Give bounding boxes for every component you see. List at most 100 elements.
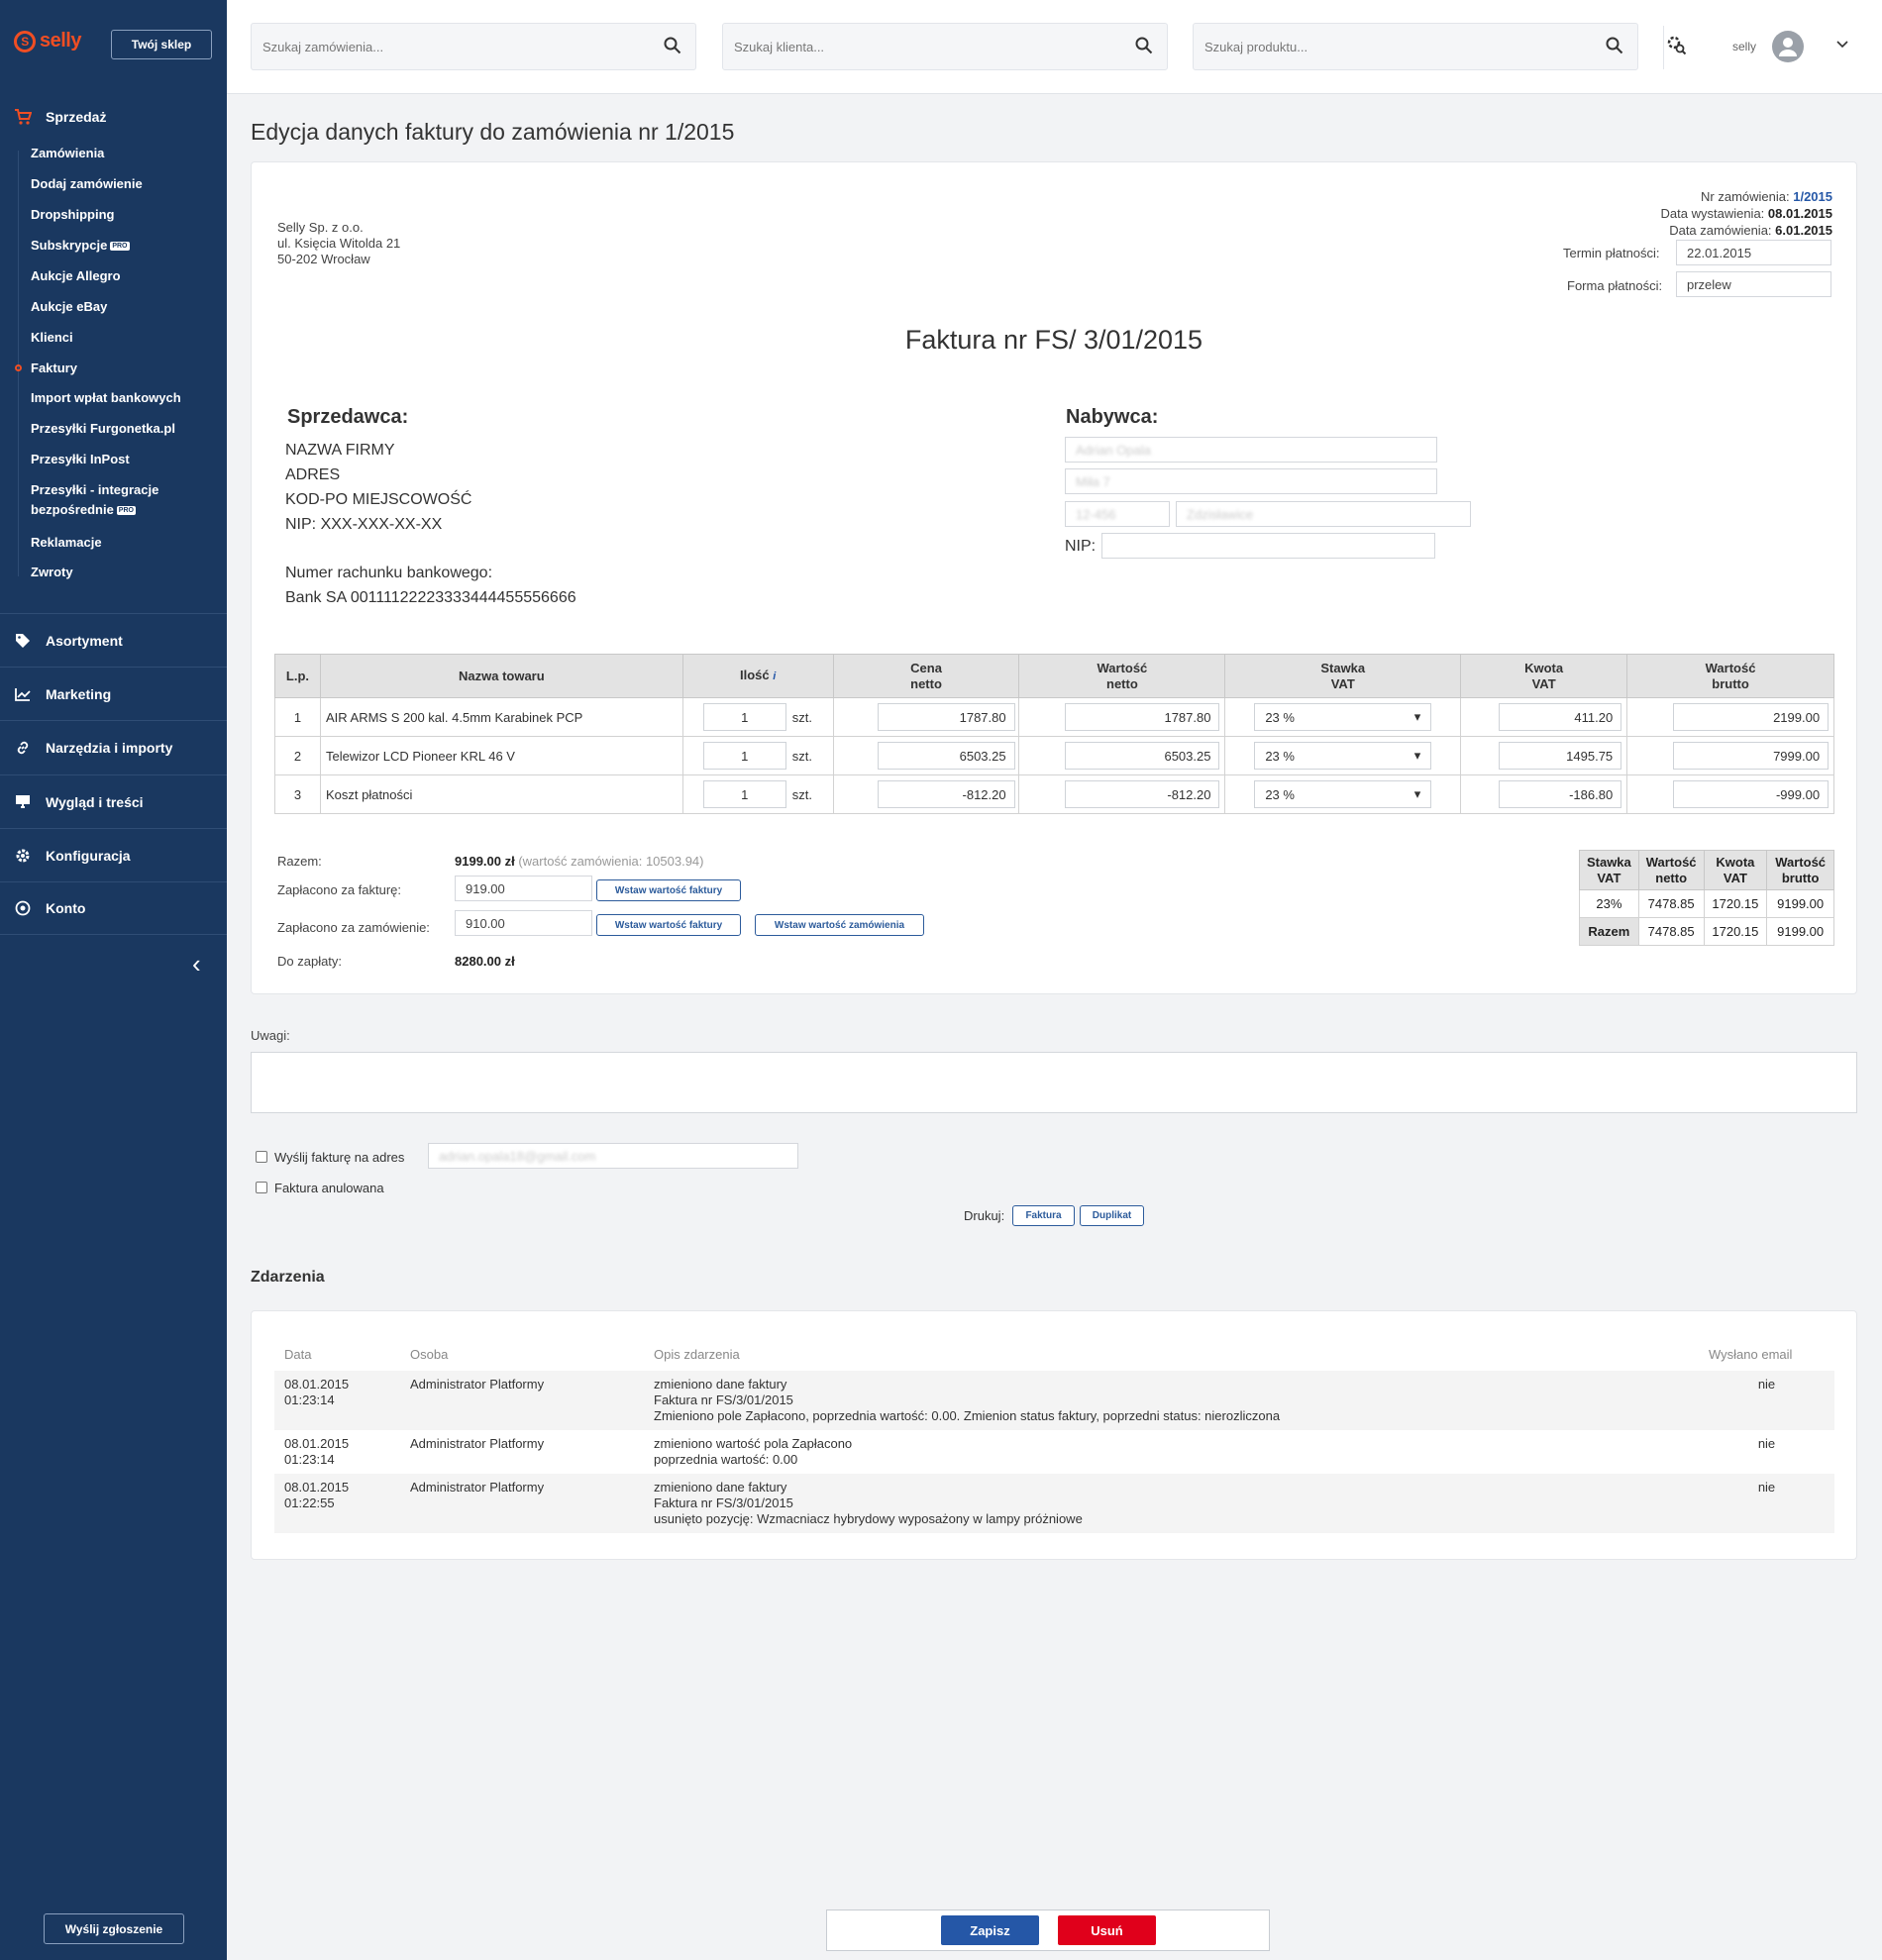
buyer-street-input[interactable]: Miła 7 <box>1065 468 1437 494</box>
monitor-icon <box>14 793 32 811</box>
net-value-input[interactable]: -812.20 <box>1065 780 1220 808</box>
sidebar: Sselly Twój sklep Sprzedaż Zamówienia Do… <box>0 0 227 1960</box>
chevron-down-icon[interactable] <box>1835 38 1849 52</box>
sidebar-item-subscriptions[interactable]: Subskrypcje PRO <box>31 238 130 254</box>
quantity-input[interactable]: 1 <box>702 703 786 731</box>
net-price-input[interactable]: 1787.80 <box>877 703 1015 731</box>
sidebar-item-orders[interactable]: Zamówienia <box>31 146 104 161</box>
caret-down-icon: ▾ <box>1413 748 1421 763</box>
seller-details: NAZWA FIRMY ADRES KOD-PO MIEJSCOWOŚĆ NIP… <box>285 442 576 606</box>
sidebar-item-bank-import[interactable]: Import wpłat bankowych <box>31 390 181 406</box>
sidebar-item-returns[interactable]: Zwroty <box>31 565 73 580</box>
sidebar-item-allegro[interactable]: Aukcje Allegro <box>31 268 121 284</box>
nav-marketing[interactable]: Marketing <box>0 667 227 720</box>
nav-assortment[interactable]: Asortyment <box>0 613 227 667</box>
send-invoice-checkbox[interactable] <box>256 1151 267 1163</box>
table-row: 3 Koszt płatności 1 szt. -812.20 -812.20 … <box>274 774 1834 814</box>
due-date-label: Termin płatności: <box>1563 246 1660 260</box>
topbar: Szukaj zamówienia... Szukaj klienta... S… <box>227 0 1882 94</box>
insert-invoice-value-button-2[interactable]: Wstaw wartość faktury <box>596 914 741 936</box>
sidebar-item-complaints[interactable]: Reklamacje <box>31 535 102 551</box>
vat-amount-input[interactable]: 411.20 <box>1499 703 1622 731</box>
events-heading: Zdarzenia <box>251 1269 325 1286</box>
sidebar-item-inpost[interactable]: Przesyłki InPost <box>31 452 130 467</box>
table-row: 23% 7478.85 1720.15 9199.00 <box>1579 889 1834 918</box>
order-number-link[interactable]: 1/2015 <box>1793 189 1832 204</box>
col-vat-amount: Kwota VAT <box>1460 654 1628 698</box>
vat-amount-input[interactable]: -186.80 <box>1499 780 1622 808</box>
sidebar-item-label: Subskrypcje <box>31 238 108 253</box>
print-duplicate-button[interactable]: Duplikat <box>1080 1205 1144 1226</box>
nav-tree-line <box>18 151 19 576</box>
sidebar-item-clients[interactable]: Klienci <box>31 330 73 346</box>
notes-textarea[interactable] <box>251 1052 1857 1113</box>
selly-logo[interactable]: Sselly <box>14 30 81 52</box>
vat-rate-select[interactable]: 23 % ▾ <box>1254 703 1432 731</box>
invoice-cancelled-checkbox[interactable] <box>256 1182 267 1193</box>
sidebar-item-furgonetka[interactable]: Przesyłki Furgonetka.pl <box>31 421 175 437</box>
col-net-price: Cena netto <box>832 654 1020 698</box>
vat-rate-select[interactable]: 23 % ▾ <box>1254 742 1432 770</box>
nav-configuration[interactable]: Konfiguracja <box>0 828 227 881</box>
caret-down-icon: ▾ <box>1413 709 1421 724</box>
paid-order-label: Zapłacono za zamówienie: <box>277 920 430 935</box>
buyer-zip-input[interactable]: 12-456 <box>1065 501 1170 527</box>
col-vat-rate: Stawka VAT <box>1579 850 1639 890</box>
seller-heading: Sprzedawca: <box>287 406 409 428</box>
search-icon[interactable] <box>1135 37 1153 57</box>
table-row: 08.01.2015 01:22:55 Administrator Platfor… <box>274 1474 1834 1533</box>
save-button[interactable]: Zapisz <box>941 1915 1039 1945</box>
paid-invoice-input[interactable]: 919.00 <box>455 876 592 901</box>
buyer-city-input[interactable]: Zdzisławice <box>1176 501 1471 527</box>
settings-search-icon[interactable] <box>1665 34 1687 58</box>
net-value-input[interactable]: 6503.25 <box>1065 742 1220 770</box>
search-orders-input[interactable]: Szukaj zamówienia... <box>251 23 696 70</box>
vat-rate-select[interactable]: 23 % ▾ <box>1254 780 1432 808</box>
print-invoice-button[interactable]: Faktura <box>1012 1205 1075 1226</box>
vat-amount-input[interactable]: 1495.75 <box>1499 742 1622 770</box>
avatar[interactable] <box>1772 31 1804 62</box>
nav-account[interactable]: Konto <box>0 881 227 935</box>
payment-method-input[interactable]: przelew <box>1676 271 1831 297</box>
search-icon[interactable] <box>1606 37 1623 57</box>
buyer-name-input[interactable]: Adrian Opala <box>1065 437 1437 463</box>
search-icon[interactable] <box>664 37 681 57</box>
sidebar-item-invoices[interactable]: Faktury <box>31 361 77 376</box>
paid-order-input[interactable]: 910.00 <box>455 910 592 936</box>
net-value-input[interactable]: 1787.80 <box>1065 703 1220 731</box>
buyer-nip-input[interactable] <box>1101 533 1435 559</box>
your-shop-button[interactable]: Twój sklep <box>111 30 212 59</box>
gear-icon <box>14 847 32 865</box>
search-clients-input[interactable]: Szukaj klienta... <box>722 23 1168 70</box>
collapse-sidebar-icon[interactable]: ‹ <box>192 949 201 980</box>
gross-value-input[interactable]: 2199.00 <box>1673 703 1830 731</box>
send-report-button[interactable]: Wyślij zgłoszenie <box>44 1913 184 1944</box>
send-email-input[interactable]: adrian.opala18@gmail.com <box>428 1143 798 1169</box>
search-products-input[interactable]: Szukaj produktu... <box>1193 23 1638 70</box>
gross-value-input[interactable]: 7999.00 <box>1673 742 1830 770</box>
sidebar-item-add-order[interactable]: Dodaj zamówienie <box>31 176 143 192</box>
user-name[interactable]: selly <box>1732 40 1756 53</box>
net-price-input[interactable]: -812.20 <box>877 780 1015 808</box>
items-table: L.p. Nazwa towaru Ilość i Cena netto Wart… <box>274 654 1834 814</box>
nav-tools[interactable]: Narzędzia i importy <box>0 720 227 774</box>
to-pay-label: Do zapłaty: <box>277 954 343 969</box>
nav-sales[interactable]: Sprzedaż <box>0 90 227 144</box>
gross-value-input[interactable]: -999.00 <box>1673 780 1830 808</box>
notes-label: Uwagi: <box>251 1028 290 1043</box>
sidebar-item-ebay[interactable]: Aukcje eBay <box>31 299 107 315</box>
logo-icon: S <box>14 30 36 52</box>
account-icon <box>14 899 32 917</box>
quantity-input[interactable]: 1 <box>702 742 786 770</box>
net-price-input[interactable]: 6503.25 <box>877 742 1015 770</box>
insert-order-value-button[interactable]: Wstaw wartość zamówienia <box>755 914 924 936</box>
due-date-input[interactable]: 22.01.2015 <box>1676 240 1831 265</box>
delete-button[interactable]: Usuń <box>1058 1915 1156 1945</box>
invoice-heading: Faktura nr FS/ 3/01/2015 <box>904 325 1203 355</box>
sidebar-item-dropshipping[interactable]: Dropshipping <box>31 207 115 223</box>
sidebar-item-direct-shipping[interactable]: Przesyłki - integracje bezpośrednie PRO <box>31 482 158 518</box>
insert-invoice-value-button[interactable]: Wstaw wartość faktury <box>596 879 741 901</box>
info-icon[interactable]: i <box>773 671 776 682</box>
nav-appearance[interactable]: Wygląd i treści <box>0 774 227 828</box>
quantity-input[interactable]: 1 <box>702 780 786 808</box>
